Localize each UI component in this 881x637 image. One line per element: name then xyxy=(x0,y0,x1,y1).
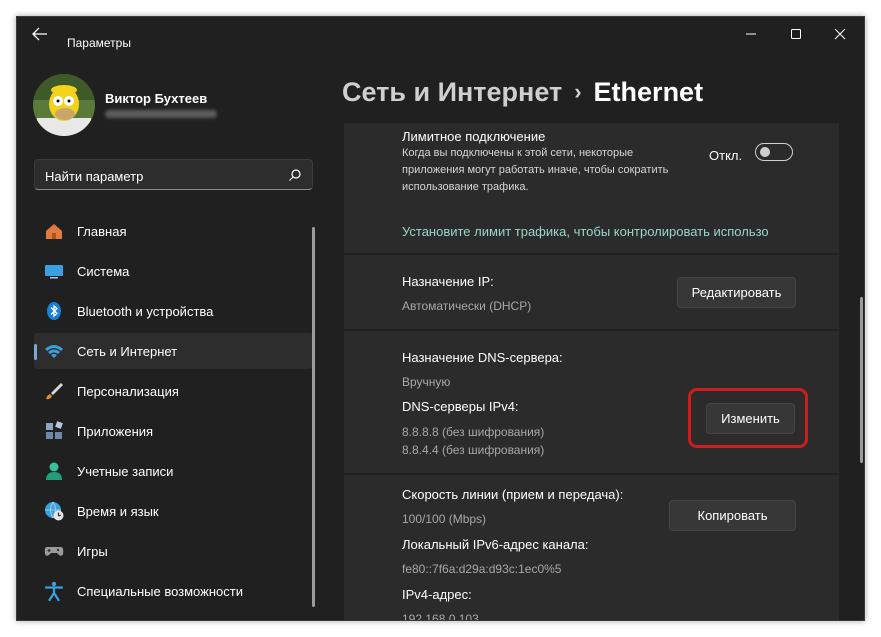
user-email-blurred xyxy=(105,110,217,118)
sidebar-item-label: Система xyxy=(77,264,130,279)
maximize-icon xyxy=(791,29,801,39)
ip-assignment-card: Назначение IP: Автоматически (DHCP) Реда… xyxy=(344,255,839,329)
sidebar-item-network[interactable]: Сеть и Интернет xyxy=(34,333,313,369)
sidebar-scrollbar[interactable] xyxy=(312,227,315,607)
wifi-icon xyxy=(45,345,63,358)
back-button[interactable] xyxy=(31,26,49,42)
minimize-icon xyxy=(746,33,756,35)
sidebar-item-label: Персонализация xyxy=(77,384,179,399)
app-title: Параметры xyxy=(67,36,131,50)
title-bar: Параметры xyxy=(17,17,864,51)
data-limit-link[interactable]: Установите лимит трафика, чтобы контроли… xyxy=(402,224,769,239)
metered-connection-card: Лимитное подключение Когда вы подключены… xyxy=(344,123,839,253)
sidebar-item-label: Главная xyxy=(77,224,127,239)
content-scrollbar[interactable] xyxy=(860,297,863,463)
dns-assignment-card: Назначение DNS-сервера: Вручную DNS-серв… xyxy=(344,331,839,473)
person-icon xyxy=(46,462,62,480)
page-title: Ethernet xyxy=(593,77,704,107)
breadcrumb-separator: › xyxy=(574,79,582,104)
breadcrumb: Сеть и Интернет › Ethernet xyxy=(342,77,703,108)
dns-servers-title: DNS-серверы IPv4: xyxy=(402,399,519,414)
close-icon xyxy=(834,28,846,40)
highlight-annotation xyxy=(688,388,808,448)
close-button[interactable] xyxy=(830,25,850,43)
globe-clock-icon xyxy=(45,501,64,521)
edit-ip-button[interactable]: Редактировать xyxy=(677,277,796,308)
bluetooth-icon xyxy=(47,302,61,320)
home-icon xyxy=(46,224,62,239)
settings-window: Параметры Виктор Бухтеев Найти параметр xyxy=(16,16,865,621)
breadcrumb-parent[interactable]: Сеть и Интернет xyxy=(342,77,562,107)
sidebar-item-system[interactable]: Система xyxy=(34,253,313,289)
apps-icon xyxy=(46,421,63,439)
search-input[interactable]: Найти параметр xyxy=(34,159,313,190)
ipv4-address-title: IPv4-адрес: xyxy=(402,587,472,602)
brush-icon xyxy=(46,383,63,400)
ipv6-address-value: fe80::7f6a:d29a:d93c:1ec0%5 xyxy=(402,562,562,576)
sidebar-nav: Главная Система Bluetooth и устройства С… xyxy=(34,213,313,613)
minimize-button[interactable] xyxy=(741,25,761,43)
sidebar-item-label: Специальные возможности xyxy=(77,584,243,599)
sidebar-item-label: Приложения xyxy=(77,424,154,439)
sidebar-item-home[interactable]: Главная xyxy=(34,213,313,249)
ipv4-address-value: 192.168.0.103 xyxy=(402,612,479,621)
sidebar-item-accounts[interactable]: Учетные записи xyxy=(34,453,313,489)
toggle-knob xyxy=(760,147,770,157)
search-icon xyxy=(289,169,301,181)
arrow-left-icon xyxy=(32,27,47,41)
monitor-icon xyxy=(45,265,63,279)
sidebar-item-apps[interactable]: Приложения xyxy=(34,413,313,449)
copy-button[interactable]: Копировать xyxy=(669,500,796,531)
sidebar-item-time-language[interactable]: Время и язык xyxy=(34,493,313,529)
metered-toggle[interactable] xyxy=(755,143,793,161)
ip-assignment-value: Автоматически (DHCP) xyxy=(402,299,532,313)
sidebar-item-bluetooth[interactable]: Bluetooth и устройства xyxy=(34,293,313,329)
dns-server-primary: 8.8.8.8 (без шифрования) xyxy=(402,425,545,439)
user-avatar-icon xyxy=(33,74,95,136)
sidebar-item-label: Сеть и Интернет xyxy=(77,344,178,359)
sidebar-item-accessibility[interactable]: Специальные возможности xyxy=(34,573,313,609)
metered-connection-description: Когда вы подключены к этой сети, некотор… xyxy=(402,147,669,193)
sidebar-item-personalization[interactable]: Персонализация xyxy=(34,373,313,409)
gamepad-icon xyxy=(44,547,64,556)
dns-assignment-title: Назначение DNS-сервера: xyxy=(402,350,563,365)
maximize-button[interactable] xyxy=(786,25,806,43)
dns-assignment-value: Вручную xyxy=(402,375,451,389)
ipv6-address-title: Локальный IPv6-адрес канала: xyxy=(402,537,589,552)
adapter-properties-card: Скорость линии (прием и передача): 100/1… xyxy=(344,475,839,621)
sidebar-item-label: Время и язык xyxy=(77,504,159,519)
accessibility-icon xyxy=(44,581,64,601)
sidebar-item-label: Учетные записи xyxy=(77,464,174,479)
search-placeholder: Найти параметр xyxy=(45,169,144,184)
metered-toggle-state: Откл. xyxy=(709,148,743,163)
link-speed-title: Скорость линии (прием и передача): xyxy=(402,487,624,502)
avatar[interactable] xyxy=(33,74,95,136)
metered-connection-title: Лимитное подключение xyxy=(402,129,546,144)
link-speed-value: 100/100 (Mbps) xyxy=(402,512,487,526)
user-name: Виктор Бухтеев xyxy=(105,91,208,106)
sidebar-item-label: Bluetooth и устройства xyxy=(77,304,214,319)
dns-server-secondary: 8.8.4.4 (без шифрования) xyxy=(402,443,545,457)
sidebar-item-gaming[interactable]: Игры xyxy=(34,533,313,569)
sidebar-item-label: Игры xyxy=(77,544,108,559)
ip-assignment-title: Назначение IP: xyxy=(402,274,494,289)
